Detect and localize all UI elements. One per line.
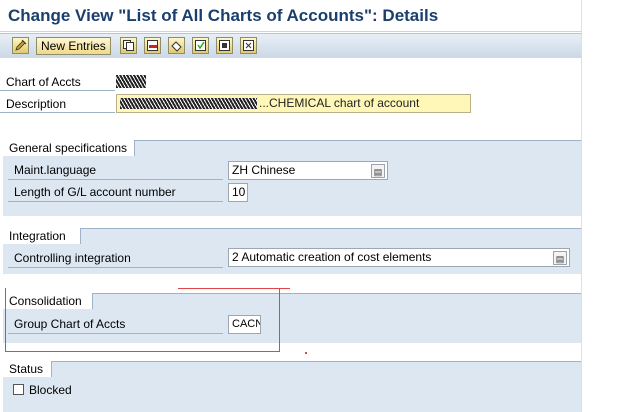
highlight-box — [5, 288, 280, 352]
chart-of-accts-field[interactable] — [116, 72, 150, 90]
annotation-dot — [305, 352, 307, 354]
controlling-integration-field[interactable]: 2 Automatic creation of cost elements ▤ — [228, 248, 570, 267]
description-label: Description — [0, 95, 115, 113]
application-toolbar: New Entries — [0, 33, 581, 59]
value-help-icon[interactable]: ▤ — [371, 164, 385, 178]
new-entries-button[interactable]: New Entries — [36, 37, 111, 55]
description-value: ...CHEMICAL chart of account — [257, 95, 420, 112]
edit-pencil-icon[interactable] — [12, 37, 29, 54]
length-gl-field[interactable]: 10 — [228, 183, 248, 202]
controlling-integration-label: Controlling integration — [8, 249, 223, 268]
delete-icon[interactable] — [144, 37, 161, 54]
select-block-icon[interactable] — [216, 37, 233, 54]
controlling-integration-value: 2 Automatic creation of cost elements — [232, 250, 432, 264]
copy-icon[interactable] — [120, 37, 137, 54]
chart-of-accts-label: Chart of Accts — [0, 73, 115, 91]
integration-title: Integration — [3, 228, 81, 244]
status-group — [3, 361, 581, 412]
content-border — [581, 0, 582, 412]
page-title: Change View "List of All Charts of Accou… — [8, 6, 439, 25]
status-title: Status — [3, 361, 52, 377]
dropdown-icon[interactable]: ▤ — [553, 251, 567, 265]
title-divider — [0, 31, 581, 32]
blocked-checkbox[interactable] — [13, 384, 24, 395]
description-field[interactable]: ...CHEMICAL chart of account — [116, 94, 471, 113]
general-specifications-title: General specifications — [3, 140, 135, 156]
maint-language-label: Maint.language — [8, 161, 223, 180]
blocked-label: Blocked — [29, 383, 72, 397]
deselect-all-icon[interactable] — [240, 37, 257, 54]
undo-icon[interactable] — [168, 37, 185, 54]
length-gl-label: Length of G/L account number — [8, 183, 223, 202]
length-gl-value: 10 — [232, 185, 246, 199]
highlight-box-top — [178, 288, 290, 289]
maint-language-field[interactable]: ZH Chinese ▤ — [228, 161, 388, 180]
maint-language-value: ZH Chinese — [232, 163, 296, 177]
select-all-icon[interactable] — [192, 37, 209, 54]
redacted-value — [116, 75, 146, 88]
